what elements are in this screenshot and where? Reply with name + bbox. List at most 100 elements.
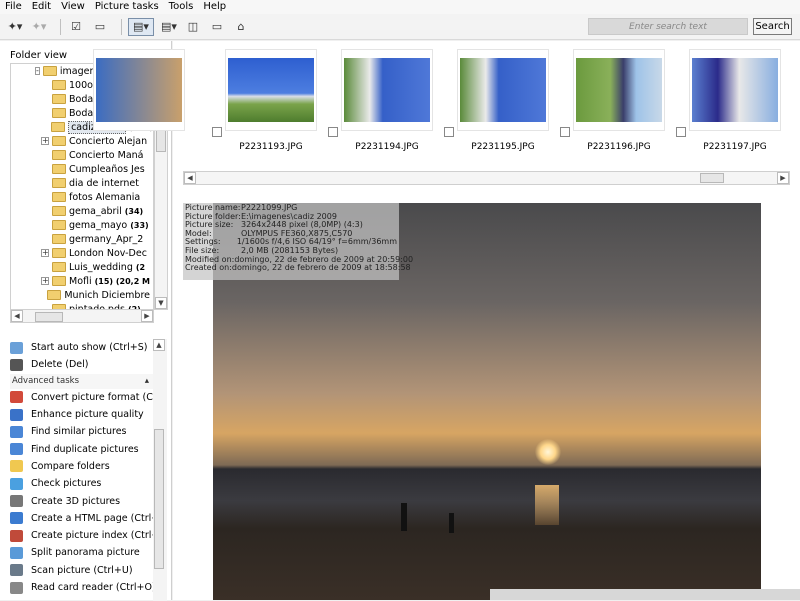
task-item[interactable]: Convert picture format (Ctrl- (10, 389, 155, 406)
list-view-button[interactable]: ▤▾ (160, 18, 178, 36)
thumbnail[interactable] (573, 49, 665, 131)
folder-tree-item[interactable]: + Mofli (15) (20,2 M (11, 274, 153, 288)
single-view-button[interactable]: ▭ (91, 18, 109, 36)
search-input[interactable]: Enter search text (588, 18, 748, 35)
menu-file[interactable]: File (0, 0, 27, 14)
menu-tools[interactable]: Tools (164, 0, 199, 14)
duplicate-icon (10, 443, 23, 456)
folder-label: Concierto Alejan (69, 135, 148, 147)
advanced-tasks-header[interactable]: Advanced tasks ▴ (10, 373, 155, 389)
monitor-button[interactable]: ▭ (208, 18, 226, 36)
menu-help[interactable]: Help (198, 0, 231, 14)
folder-tree-item[interactable]: + Concierto Alejan (11, 134, 153, 148)
folder-tree-item[interactable]: gema_mayo (33) (11, 218, 153, 232)
task-item[interactable]: Scan picture (Ctrl+U) (10, 562, 155, 579)
thumbnail-checkbox[interactable] (212, 127, 222, 137)
info-row: Created on: domingo, 22 de febrero de 200… (185, 264, 411, 273)
folder-tree-hscrollbar[interactable]: ◀ ▶ (10, 309, 154, 323)
folder-tree-item[interactable]: fotos Alemania (11, 190, 153, 204)
forward-button[interactable]: ✦▾ (30, 18, 48, 36)
search-button[interactable]: Search (753, 18, 792, 35)
advanced-tasks-title: Advanced tasks (12, 376, 80, 387)
scroll-left-icon[interactable]: ◀ (11, 310, 23, 322)
menu-edit[interactable]: Edit (27, 0, 56, 14)
scroll-up-icon[interactable]: ▲ (153, 339, 165, 351)
folder-tree-item[interactable]: gema_abril (34) (11, 204, 153, 218)
select-checkbox-button[interactable]: ☑ (67, 18, 85, 36)
similar-icon (10, 425, 23, 438)
thumbnail-strip-scrollbar[interactable]: ◀ ▶ (183, 171, 790, 185)
scroll-right-icon[interactable]: ▶ (777, 172, 789, 184)
trash-icon (10, 358, 23, 371)
html-icon (10, 512, 23, 525)
person-silhouette (449, 513, 454, 533)
scroll-right-icon[interactable]: ▶ (141, 310, 153, 322)
thumbnail[interactable] (689, 49, 781, 131)
task-item[interactable]: Find duplicate pictures (10, 440, 155, 457)
task-item[interactable]: Find similar pictures (10, 423, 155, 440)
folder-tree-item[interactable]: Concierto Maná (11, 148, 153, 162)
enhance-icon (10, 408, 23, 421)
menu-bar: File Edit View Picture tasks Tools Help (0, 0, 800, 14)
task-item[interactable]: Read card reader (Ctrl+O) (10, 579, 155, 596)
folder-tree-item[interactable]: germany_Apr_2 (11, 232, 153, 246)
expand-toggle-icon[interactable]: - (35, 67, 40, 75)
thumbnail-filename: P2231194.JPG (355, 142, 419, 152)
task-label: Create picture index (Ctrl+Y (31, 530, 155, 542)
folder-count: (15) (20,2 M (94, 276, 151, 286)
compare-view-button[interactable]: ◫ (184, 18, 202, 36)
viewer-toolbar[interactable] (490, 589, 800, 600)
thumbnail-view-button[interactable]: ▤▾ (128, 17, 154, 36)
task-item[interactable]: Create picture index (Ctrl+Y (10, 527, 155, 544)
back-button[interactable]: ✦▾ (6, 18, 24, 36)
toolbar-separator (121, 18, 122, 35)
task-label: Create a HTML page (Ctrl+H (31, 512, 155, 524)
folder-tree-item[interactable]: Cumpleaños Jes (11, 162, 153, 176)
task-item[interactable]: Delete (Del) (10, 356, 155, 373)
scroll-down-icon[interactable]: ▼ (155, 297, 167, 309)
folder-tree-item[interactable]: Munich Diciembre (11, 288, 153, 302)
sun (535, 439, 561, 465)
scanner-button[interactable]: ⌂ (232, 18, 250, 36)
task-item[interactable]: Compare folders (10, 458, 155, 475)
slideshow-icon (10, 341, 23, 354)
task-item[interactable]: Start auto show (Ctrl+S) (10, 339, 155, 356)
folder-count: (34) (124, 206, 144, 216)
scroll-thumb[interactable] (154, 429, 164, 569)
expand-toggle-icon[interactable]: + (41, 277, 49, 285)
thumbnail[interactable] (225, 49, 317, 131)
task-item[interactable]: Enhance picture quality (10, 406, 155, 423)
folder-label: Concierto Maná (69, 149, 144, 161)
square-icon: ▭ (94, 20, 106, 33)
menu-picture-tasks[interactable]: Picture tasks (90, 0, 164, 14)
picture (692, 58, 778, 122)
folder-tree-item[interactable]: + London Nov-Dec (11, 246, 153, 260)
task-panel-scrollbar[interactable]: ▲ (153, 339, 167, 601)
folder-tree-item[interactable]: Luis_wedding (2 (11, 260, 153, 274)
task-item[interactable]: Create a HTML page (Ctrl+H (10, 510, 155, 527)
thumbnail-partial[interactable] (93, 49, 185, 131)
thumbnail-checkbox[interactable] (444, 127, 454, 137)
thumbnail[interactable] (341, 49, 433, 131)
folder-label: Munich Diciembre (64, 289, 150, 301)
thumbnail-checkbox[interactable] (560, 127, 570, 137)
expand-toggle-icon[interactable]: + (41, 137, 49, 145)
folder-icon (47, 290, 62, 300)
task-label: Check pictures (31, 478, 102, 490)
expand-toggle-icon[interactable]: + (41, 249, 49, 257)
task-item[interactable]: Create 3D pictures (10, 492, 155, 509)
task-item[interactable]: Split panorama picture (10, 544, 155, 561)
folder-icon (52, 150, 66, 160)
thumbnail[interactable] (457, 49, 549, 131)
folder-icon (52, 206, 66, 216)
folder-tree-item[interactable]: dia de internet (11, 176, 153, 190)
scroll-left-icon[interactable]: ◀ (184, 172, 196, 184)
thumbnail-checkbox[interactable] (328, 127, 338, 137)
folder-icon (52, 220, 66, 230)
scroll-thumb[interactable] (35, 312, 63, 322)
collapse-icon[interactable]: ▴ (145, 376, 149, 386)
task-item[interactable]: Check pictures (10, 475, 155, 492)
thumbnail-checkbox[interactable] (676, 127, 686, 137)
scroll-thumb[interactable] (700, 173, 724, 183)
menu-view[interactable]: View (56, 0, 90, 14)
